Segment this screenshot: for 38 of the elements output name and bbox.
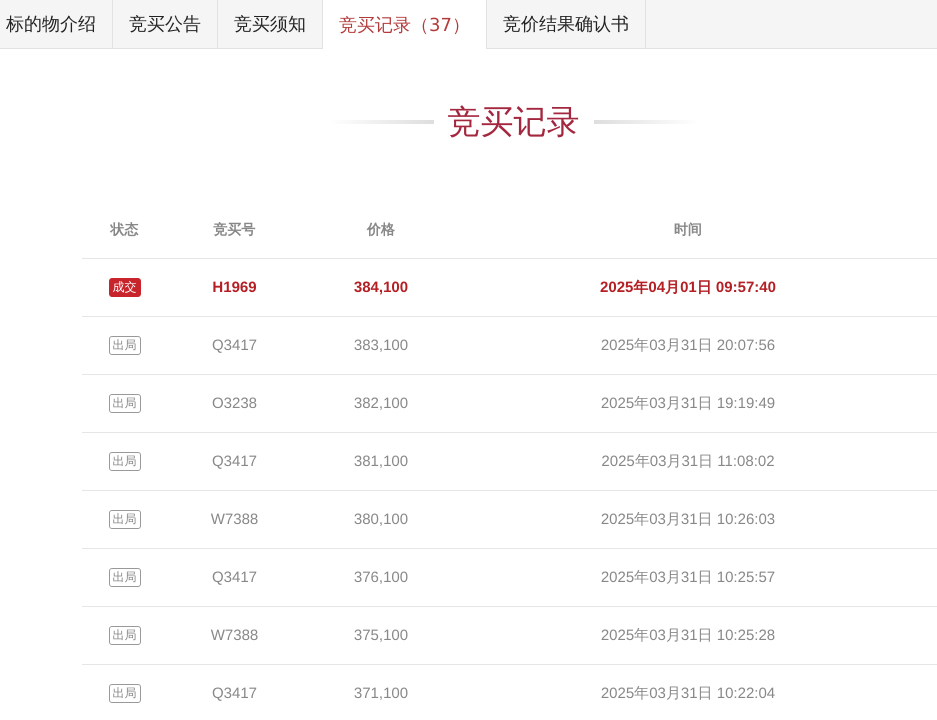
table-cell-text: Q3417 bbox=[210, 685, 258, 702]
status-badge: 出局 bbox=[108, 394, 140, 413]
table-cell-text: 382,100 bbox=[352, 395, 410, 412]
table-cell-text: 2025年03月31日 10:25:28 bbox=[600, 626, 776, 645]
table-cell-text: 2025年03月31日 10:25:57 bbox=[600, 568, 776, 587]
column-header: 价格 bbox=[366, 220, 396, 238]
table-cell-text: Q3417 bbox=[210, 569, 258, 586]
table-cell-text: 2025年03月31日 19:19:49 bbox=[600, 394, 776, 413]
table-cell-text: 2025年04月01日 09:57:40 bbox=[599, 278, 777, 297]
status-badge: 出局 bbox=[108, 510, 140, 529]
status-badge: 出局 bbox=[108, 336, 140, 355]
table-cell-text: 380,100 bbox=[352, 511, 410, 528]
table-cell-text: 376,100 bbox=[352, 569, 410, 586]
status-badge: 出局 bbox=[108, 452, 140, 471]
table-cell-text: 375,100 bbox=[352, 627, 410, 644]
table-cell-text: 371,100 bbox=[352, 685, 410, 702]
tab[interactable]: 竞买记录（37） bbox=[323, 0, 487, 49]
status-badge: 出局 bbox=[108, 626, 140, 645]
table-cell-text: Q3417 bbox=[210, 337, 258, 354]
table-cell-text: Q3417 bbox=[210, 453, 258, 470]
status-badge: 出局 bbox=[108, 684, 140, 703]
table-cell-text: 2025年03月31日 10:26:03 bbox=[600, 510, 776, 529]
table-cell-text: 2025年03月31日 10:22:04 bbox=[600, 684, 776, 703]
table-cell-text: W7388 bbox=[210, 627, 260, 644]
status-badge: 出局 bbox=[108, 568, 140, 587]
status-badge: 成交 bbox=[108, 278, 140, 297]
column-header: 状态 bbox=[109, 220, 140, 238]
section-title: 竞买记录 bbox=[448, 100, 580, 142]
table-cell-text: 2025年03月31日 11:08:02 bbox=[600, 452, 776, 471]
column-header: 竞买号 bbox=[212, 220, 256, 238]
column-header: 时间 bbox=[673, 220, 703, 238]
table-cell-text: 381,100 bbox=[352, 453, 410, 470]
table-cell-text: 2025年03月31日 20:07:56 bbox=[600, 336, 776, 355]
table-cell-text: 384,100 bbox=[352, 279, 410, 296]
table-cell-text: W7388 bbox=[210, 511, 260, 528]
table-cell-text: O3238 bbox=[210, 395, 258, 412]
table-cell-text: H1969 bbox=[211, 279, 258, 296]
table-cell-text: 383,100 bbox=[352, 337, 410, 354]
